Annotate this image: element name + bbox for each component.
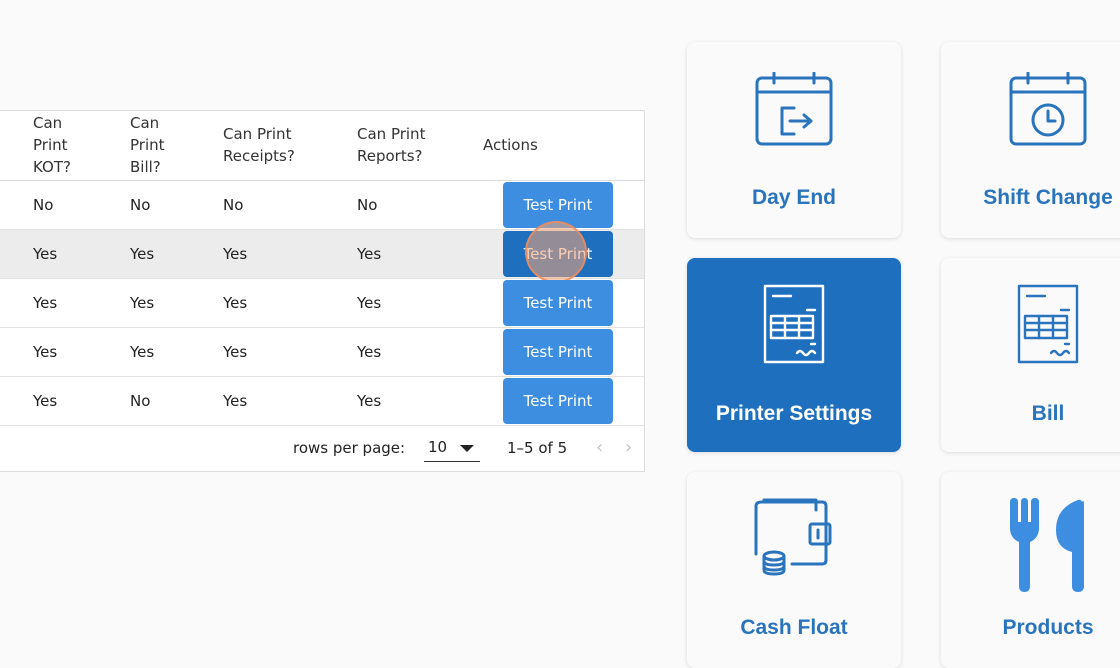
rows-per-page-label: rows per page: [293,439,406,457]
table-row: Yes Yes Yes Yes Test Print [0,279,644,328]
header-can-print-receipts: Can Print Receipts? [223,125,295,165]
tile-day-end[interactable]: Day End [687,42,901,238]
header-can-print-bill: Can Print Bill? [130,114,165,176]
next-page-icon[interactable]: › [625,437,632,458]
prev-page-icon[interactable]: ‹ [596,437,603,458]
tile-bill[interactable]: Bill [941,258,1120,452]
tile-label: Cash Float [740,616,848,639]
rows-per-page-value: 10 [428,438,448,456]
cell-kot: Yes [33,245,58,263]
pagination-range: 1–5 of 5 [507,439,568,457]
header-can-print-reports: Can Print Reports? [357,125,426,165]
cell-kot: Yes [33,294,58,312]
tile-products[interactable]: Products [941,472,1120,668]
cell-receipts: Yes [223,294,248,312]
cell-kot: Yes [33,392,58,410]
test-print-button[interactable]: Test Print [503,378,613,424]
rows-per-page-select[interactable]: 10 [424,435,480,462]
cell-bill: Yes [130,343,155,361]
cell-receipts: No [223,196,244,214]
header-actions: Actions [483,136,538,154]
tile-shift-change[interactable]: Shift Change [941,42,1120,238]
wallet-coins-icon [754,498,832,576]
table-row: Yes No Yes Yes Test Print [0,377,644,426]
table-row: Yes Yes Yes Yes Test Print [0,328,644,377]
cell-reports: Yes [357,245,382,263]
cell-reports: No [357,196,378,214]
cell-bill: No [130,392,151,410]
cell-receipts: Yes [223,392,248,410]
test-print-button[interactable]: Test Print [503,329,613,375]
printer-table: Can Print KOT? Can Print Bill? Can Print… [0,110,645,472]
tile-label: Printer Settings [715,402,873,425]
table-pagination: rows per page: 10 1–5 of 5 ‹ › [0,427,644,471]
printer-settings-icon [763,284,825,364]
table-row: Yes Yes Yes Yes Test Print [0,221,644,283]
calendar-exit-icon [755,72,833,146]
cell-kot: Yes [33,343,58,361]
tile-cash-float[interactable]: Cash Float [687,472,901,668]
tile-printer-settings[interactable]: Printer Settings [687,258,901,452]
table-row: No No No No Test Print [0,181,644,230]
cell-reports: Yes [357,392,382,410]
cell-bill: Yes [130,294,155,312]
bill-icon [1017,284,1079,364]
tile-label: Shift Change [983,186,1113,209]
cell-receipts: Yes [223,245,248,263]
test-print-button[interactable]: Test Print [503,280,613,326]
table-header: Can Print KOT? Can Print Bill? Can Print… [0,111,644,181]
cell-reports: Yes [357,343,382,361]
cell-kot: No [33,196,54,214]
header-can-print-kot: Can Print KOT? [33,114,71,176]
cell-receipts: Yes [223,343,248,361]
cell-bill: No [130,196,151,214]
test-print-button[interactable]: Test Print [503,182,613,228]
test-print-button[interactable]: Test Print [503,231,613,277]
cell-bill: Yes [130,245,155,263]
caret-down-icon [460,445,474,452]
fork-knife-icon [1010,498,1084,592]
calendar-clock-icon [1009,72,1087,146]
tile-label: Products [1002,616,1094,639]
cell-reports: Yes [357,294,382,312]
tile-label: Day End [751,186,837,209]
tile-label: Bill [1031,402,1065,425]
